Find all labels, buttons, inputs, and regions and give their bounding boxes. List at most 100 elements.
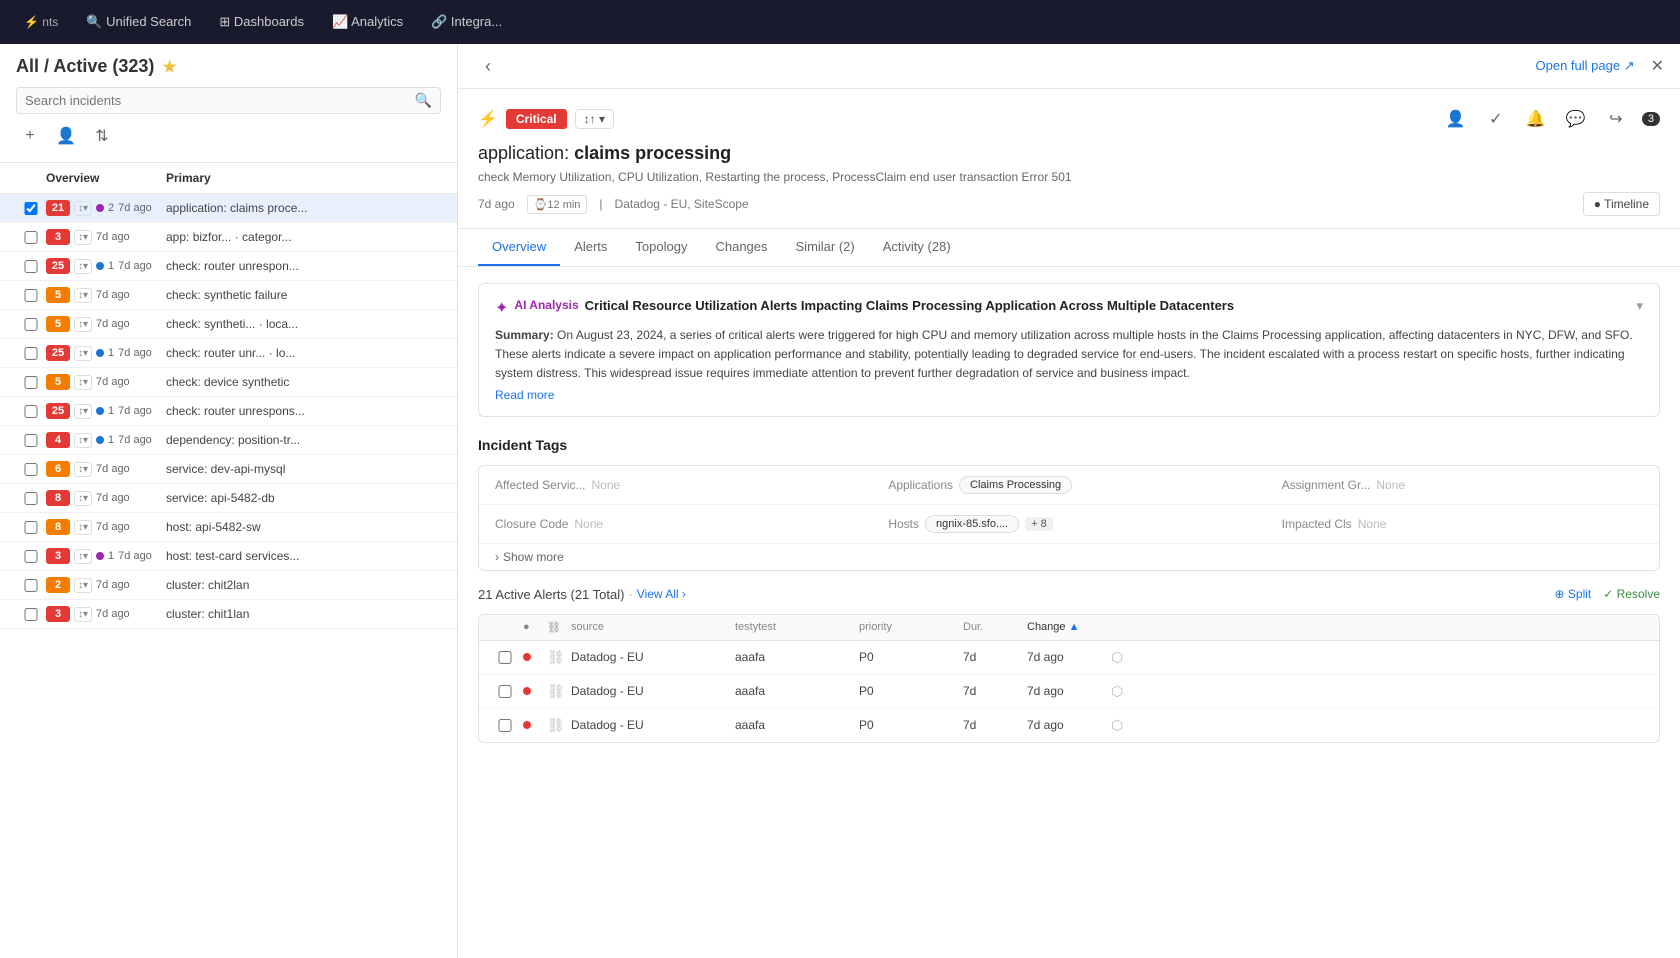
nav-analytics[interactable]: 📈 Analytics [320, 8, 415, 36]
row-checkbox[interactable] [16, 289, 46, 302]
link-icon[interactable]: ⛓ [547, 683, 567, 700]
search-input[interactable] [25, 93, 415, 108]
chevron-down-icon[interactable]: ▾ [1636, 298, 1643, 314]
alert-row-checkbox[interactable] [491, 685, 519, 698]
incident-row[interactable]: 4 ↕▾ 1 7d ago dependency: position-tr... [0, 426, 457, 455]
row-checkbox[interactable] [16, 376, 46, 389]
alert-count: 1 [108, 260, 114, 272]
row-checkbox[interactable] [16, 608, 46, 621]
row-checkbox[interactable] [16, 347, 46, 360]
ai-analysis-title: Critical Resource Utilization Alerts Imp… [585, 298, 1637, 313]
nav-integrations[interactable]: 🔗 Integra... [419, 8, 514, 36]
incident-detail-title: application: claims processing [478, 143, 1660, 164]
incident-meta: 21 ↕▾ 2 7d ago [46, 200, 166, 216]
incident-row[interactable]: 6 ↕▾ 7d ago service: dev-api-mysql [0, 455, 457, 484]
host-plus-count[interactable]: + 8 [1025, 517, 1053, 531]
page-title-text: All / Active (323) [16, 56, 154, 77]
favorite-star-icon[interactable]: ★ [162, 57, 176, 77]
host-chip[interactable]: ngnix-85.sfo.... [925, 515, 1019, 533]
incident-meta: 3 ↕▾ 1 7d ago [46, 548, 166, 564]
row-checkbox[interactable] [16, 231, 46, 244]
show-more-button[interactable]: › Show more [479, 544, 1659, 570]
row-checkbox[interactable] [16, 521, 46, 534]
incident-row[interactable]: 8 ↕▾ 7d ago host: api-5482-sw [0, 513, 457, 542]
incident-row[interactable]: 8 ↕▾ 7d ago service: api-5482-db [0, 484, 457, 513]
incident-meta: 6 ↕▾ 7d ago [46, 461, 166, 477]
incident-row[interactable]: 5 ↕▾ 7d ago check: device synthetic [0, 368, 457, 397]
row-checkbox[interactable] [16, 434, 46, 447]
link-icon[interactable]: ⛓ [547, 649, 567, 666]
incident-row[interactable]: 3 ↕▾ 7d ago cluster: chit1lan [0, 600, 457, 629]
nav-dashboards[interactable]: ⊞ Dashboards [207, 8, 316, 36]
sources-label: Datadog - EU, SiteScope [615, 197, 749, 211]
incident-row[interactable]: 25 ↕▾ 1 7d ago check: router unr... · lo… [0, 339, 457, 368]
tab-overview[interactable]: Overview [478, 229, 560, 266]
pipe-separator: | [599, 197, 602, 211]
link-icon[interactable]: ⛓ [547, 717, 567, 734]
tab-topology[interactable]: Topology [621, 229, 701, 266]
view-all-alerts-button[interactable]: View All › [637, 587, 686, 601]
row-checkbox[interactable] [16, 550, 46, 563]
incident-row[interactable]: 3 ↕▾ 1 7d ago host: test-card services..… [0, 542, 457, 571]
alerts-table: ● ⛓ source testytest priority Dur. Chang… [478, 614, 1660, 743]
incident-meta: 25 ↕▾ 1 7d ago [46, 403, 166, 419]
notifications-icon[interactable]: 🔔 [1522, 105, 1550, 133]
row-checkbox[interactable] [16, 463, 46, 476]
incident-row[interactable]: 2 ↕▾ 7d ago cluster: chit2lan [0, 571, 457, 600]
open-full-page-button[interactable]: Open full page ↗ ✕ [1536, 56, 1664, 76]
resolve-check-icon[interactable]: ✓ [1482, 105, 1510, 133]
assignee-icon[interactable]: 👤 [1442, 105, 1470, 133]
incident-meta: 5 ↕▾ 7d ago [46, 287, 166, 303]
tab-alerts[interactable]: Alerts [560, 229, 621, 266]
row-checkbox[interactable] [16, 405, 46, 418]
alert-row[interactable]: ⛓ Datadog - EU aaafa P0 7d 7d ago ⬡ [479, 709, 1659, 742]
claims-processing-chip[interactable]: Claims Processing [959, 476, 1072, 494]
sort-filter-button[interactable]: ⇅ [88, 122, 116, 150]
incident-info-row: 7d ago ⌚12 min | Datadog - EU, SiteScope… [478, 192, 1660, 216]
row-checkbox[interactable] [16, 260, 46, 273]
external-link-icon[interactable]: ⬡ [1111, 683, 1141, 700]
resolve-button[interactable]: ✓ Resolve [1603, 587, 1660, 601]
external-link-icon[interactable]: ⬡ [1111, 649, 1141, 666]
row-checkbox[interactable] [16, 492, 46, 505]
incident-row[interactable]: 21 ↕▾ 2 7d ago application: claims proce… [0, 194, 457, 223]
alert-row-checkbox[interactable] [491, 651, 519, 664]
filter-priority-chip[interactable]: ↕↑ ▾ [575, 109, 614, 129]
incident-row[interactable]: 5 ↕▾ 7d ago check: synthetic failure [0, 281, 457, 310]
severity-dot [96, 349, 104, 357]
incident-row[interactable]: 25 ↕▾ 1 7d ago check: router unrespons..… [0, 397, 457, 426]
alert-change: 7d ago [1027, 718, 1107, 732]
alert-priority: P0 [859, 650, 959, 664]
read-more-button[interactable]: Read more [495, 388, 554, 402]
external-link-icon[interactable]: ⬡ [1111, 717, 1141, 734]
row-checkbox[interactable] [16, 318, 46, 331]
row-checkbox[interactable] [16, 202, 46, 215]
priority-chip: ↕▾ [74, 317, 92, 332]
incident-row[interactable]: 3 ↕▾ 7d ago app: bizfor... · categor... [0, 223, 457, 252]
time-ago: 7d ago [118, 260, 152, 272]
comment-icon[interactable]: 💬 [1562, 105, 1590, 133]
incident-primary-text: host: api-5482-sw [166, 520, 441, 534]
col-change: Change ▲ [1027, 621, 1107, 633]
share-icon[interactable]: ↪ [1602, 105, 1630, 133]
incident-id-badge: 25 [46, 345, 70, 361]
nav-unified-search[interactable]: 🔍 Unified Search [74, 8, 203, 36]
alert-test: aaafa [735, 718, 855, 732]
row-checkbox[interactable] [16, 579, 46, 592]
add-incident-button[interactable]: + [16, 122, 44, 150]
incident-row[interactable]: 5 ↕▾ 7d ago check: syntheti... · loca... [0, 310, 457, 339]
alert-row[interactable]: ⛓ Datadog - EU aaafa P0 7d 7d ago ⬡ [479, 675, 1659, 709]
incident-primary-text: check: synthetic failure [166, 288, 441, 302]
alert-row-checkbox[interactable] [491, 719, 519, 732]
close-icon[interactable]: ✕ [1651, 56, 1664, 76]
incident-primary-text: check: router unrespons... [166, 404, 441, 418]
tab-activity[interactable]: Activity (28) [869, 229, 965, 266]
alert-row[interactable]: ⛓ Datadog - EU aaafa P0 7d 7d ago ⬡ [479, 641, 1659, 675]
back-button[interactable]: ‹ [474, 52, 502, 80]
incident-row[interactable]: 25 ↕▾ 1 7d ago check: router unrespon... [0, 252, 457, 281]
timeline-button[interactable]: ● Timeline [1583, 192, 1660, 216]
tab-changes[interactable]: Changes [701, 229, 781, 266]
user-filter-button[interactable]: 👤 [52, 122, 80, 150]
split-button[interactable]: ⊕ Split [1555, 587, 1592, 601]
tab-similar[interactable]: Similar (2) [782, 229, 869, 266]
